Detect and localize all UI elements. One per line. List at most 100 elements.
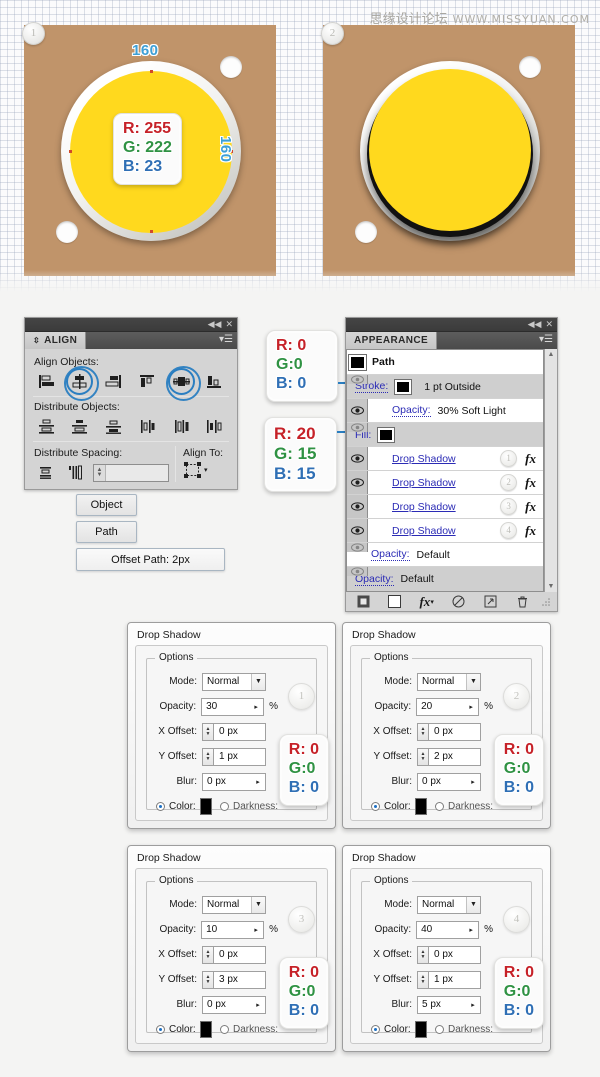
collapse-icon[interactable]: ◀◀ bbox=[208, 320, 222, 329]
fx-icon[interactable]: fx bbox=[525, 475, 536, 491]
appearance-row-label[interactable]: Drop Shadow bbox=[392, 477, 456, 489]
visibility-toggle-icon[interactable] bbox=[347, 375, 368, 384]
visibility-toggle-icon[interactable] bbox=[347, 543, 368, 552]
darkness-radio[interactable] bbox=[434, 801, 444, 811]
mode-select[interactable]: Normal ▼ bbox=[202, 895, 266, 914]
fx-icon[interactable]: fx bbox=[525, 499, 536, 515]
tab-align[interactable]: ⇳ ALIGN bbox=[25, 332, 87, 349]
appearance-scrollbar[interactable]: ▲ ▼ bbox=[544, 349, 557, 592]
chevron-down-icon[interactable]: ▸ bbox=[249, 699, 263, 715]
chevron-down-icon[interactable]: ▸ bbox=[251, 997, 265, 1013]
stepper-arrows[interactable]: ▲ ▼ bbox=[202, 970, 213, 989]
appearance-row-drop-shadow-4[interactable]: Drop Shadow 4 fx bbox=[347, 519, 543, 543]
appearance-row-path[interactable]: Path bbox=[347, 350, 543, 375]
close-icon[interactable]: ✕ bbox=[225, 320, 233, 329]
chevron-down-icon[interactable]: ▾ bbox=[204, 466, 208, 474]
blur-input[interactable]: 0 px ▸ bbox=[417, 772, 481, 791]
visibility-toggle-icon[interactable] bbox=[347, 423, 368, 432]
align-button-vertical-align-center[interactable] bbox=[165, 365, 201, 401]
appearance-row-stroke-opacity[interactable]: Opacity: 30% Soft Light bbox=[347, 399, 543, 423]
stepper-arrows[interactable]: ▲ ▼ bbox=[202, 945, 213, 964]
appearance-row-fill[interactable]: Fill: bbox=[347, 423, 543, 447]
color-swatch[interactable] bbox=[199, 1020, 212, 1038]
stepper-arrows[interactable]: ▲ ▼ bbox=[417, 970, 428, 989]
menu-object-button[interactable]: Object bbox=[76, 494, 137, 516]
scroll-up-icon[interactable]: ▲ bbox=[548, 351, 555, 358]
clear-appearance-icon[interactable] bbox=[445, 595, 471, 608]
darkness-radio[interactable] bbox=[219, 1024, 229, 1034]
darkness-radio[interactable] bbox=[219, 801, 229, 811]
appearance-row-stroke[interactable]: Stroke: 1 pt Outside bbox=[347, 375, 543, 399]
align-button-horizontal-align-center[interactable] bbox=[64, 365, 100, 401]
chevron-down-icon[interactable]: ▸ bbox=[251, 774, 265, 790]
visibility-toggle-icon[interactable] bbox=[347, 471, 368, 494]
visibility-toggle-icon[interactable] bbox=[347, 399, 368, 422]
y-offset-stepper[interactable]: ▲ ▼ 1 px bbox=[202, 747, 266, 766]
distribute-button-vertical-distribute-bottom[interactable] bbox=[102, 416, 126, 436]
y-offset-stepper[interactable]: ▲ ▼ 1 px bbox=[417, 970, 481, 989]
chevron-down-icon[interactable]: ▸ bbox=[466, 997, 480, 1013]
chevron-down-icon[interactable]: ▸ bbox=[249, 922, 263, 938]
y-offset-stepper[interactable]: ▲ ▼ 3 px bbox=[202, 970, 266, 989]
mode-select[interactable]: Normal ▼ bbox=[202, 672, 266, 691]
distribute-button-horizontal-distribute-left[interactable] bbox=[135, 416, 159, 436]
menu-path-button[interactable]: Path bbox=[76, 521, 137, 543]
mode-select[interactable]: Normal ▼ bbox=[417, 895, 481, 914]
align-button-vertical-align-bottom[interactable] bbox=[203, 371, 227, 391]
chevron-down-icon[interactable]: ▼ bbox=[251, 673, 265, 690]
x-offset-stepper[interactable]: ▲ ▼ 0 px bbox=[417, 722, 481, 741]
stepper-arrows[interactable]: ▲ ▼ bbox=[94, 465, 106, 481]
blur-input[interactable]: 5 px ▸ bbox=[417, 995, 481, 1014]
appearance-row-drop-shadow-1[interactable]: Drop Shadow 1 fx bbox=[347, 447, 543, 471]
distribute-button-horizontal-distribute-center[interactable] bbox=[169, 416, 193, 436]
fx-icon[interactable]: fx bbox=[525, 451, 536, 467]
align-button-vertical-align-top[interactable] bbox=[135, 371, 159, 391]
stroke-swatch[interactable] bbox=[395, 379, 412, 394]
darkness-radio[interactable] bbox=[434, 1024, 444, 1034]
stepper-arrows[interactable]: ▲ ▼ bbox=[202, 747, 213, 766]
distribute-button-vertical-distribute-center[interactable] bbox=[68, 416, 92, 436]
chevron-down-icon[interactable]: ▼ bbox=[466, 896, 480, 913]
opacity-input[interactable]: 40 ▸ bbox=[416, 920, 480, 939]
distribute-button-horizontal-distribute-right[interactable] bbox=[203, 416, 227, 436]
delete-item-icon[interactable] bbox=[509, 595, 535, 608]
visibility-toggle-icon[interactable] bbox=[347, 519, 368, 542]
stepper-arrows[interactable]: ▲ ▼ bbox=[417, 945, 428, 964]
blur-input[interactable]: 0 px ▸ bbox=[202, 995, 266, 1014]
chevron-down-icon[interactable]: ▼ bbox=[466, 673, 480, 690]
align-button-horizontal-align-right[interactable] bbox=[102, 371, 126, 391]
chevron-down-icon[interactable]: ▼ bbox=[251, 896, 265, 913]
panel-menu-icon[interactable]: ▾☰ bbox=[539, 335, 553, 345]
visibility-toggle-icon[interactable] bbox=[347, 495, 368, 518]
spacing-button-vertical-distribute-space[interactable] bbox=[33, 462, 57, 482]
appearance-row-label[interactable]: Drop Shadow bbox=[392, 501, 456, 513]
appearance-row-fill-opacity[interactable]: Opacity: Default bbox=[347, 543, 543, 567]
stepper-arrows[interactable]: ▲ ▼ bbox=[417, 722, 428, 741]
appearance-row-drop-shadow-2[interactable]: Drop Shadow 2 fx bbox=[347, 471, 543, 495]
opacity-input[interactable]: 20 ▸ bbox=[416, 697, 480, 716]
x-offset-stepper[interactable]: ▲ ▼ 0 px bbox=[202, 945, 266, 964]
add-new-effect-icon[interactable]: fx ▾ bbox=[414, 594, 440, 610]
spacing-button-horizontal-distribute-space[interactable] bbox=[63, 462, 87, 482]
scroll-down-icon[interactable]: ▼ bbox=[548, 583, 555, 590]
appearance-row-label[interactable]: Drop Shadow bbox=[392, 453, 456, 465]
opacity-input[interactable]: 10 ▸ bbox=[201, 920, 265, 939]
visibility-toggle-icon[interactable] bbox=[347, 447, 368, 470]
distribute-button-vertical-distribute-top[interactable] bbox=[34, 416, 58, 436]
resize-grip-icon[interactable] bbox=[541, 597, 553, 606]
appearance-row-label[interactable]: Drop Shadow bbox=[392, 525, 456, 537]
add-new-stroke-icon[interactable] bbox=[350, 595, 376, 608]
spacing-value-input[interactable]: ▲ ▼ bbox=[93, 464, 169, 482]
appearance-row-label[interactable]: Opacity: bbox=[392, 404, 431, 417]
x-offset-stepper[interactable]: ▲ ▼ 0 px bbox=[417, 945, 481, 964]
blur-input[interactable]: 0 px ▸ bbox=[202, 772, 266, 791]
appearance-row-drop-shadow-3[interactable]: Drop Shadow 3 fx bbox=[347, 495, 543, 519]
stepper-arrows[interactable]: ▲ ▼ bbox=[202, 722, 213, 741]
y-offset-stepper[interactable]: ▲ ▼ 2 px bbox=[417, 747, 481, 766]
color-swatch[interactable] bbox=[414, 1020, 427, 1038]
visibility-toggle-icon[interactable] bbox=[347, 567, 368, 576]
tab-appearance[interactable]: APPEARANCE bbox=[346, 332, 438, 349]
chevron-down-icon[interactable]: ▸ bbox=[466, 774, 480, 790]
appearance-row-label[interactable]: Opacity: bbox=[371, 548, 410, 561]
x-offset-stepper[interactable]: ▲ ▼ 0 px bbox=[202, 722, 266, 741]
